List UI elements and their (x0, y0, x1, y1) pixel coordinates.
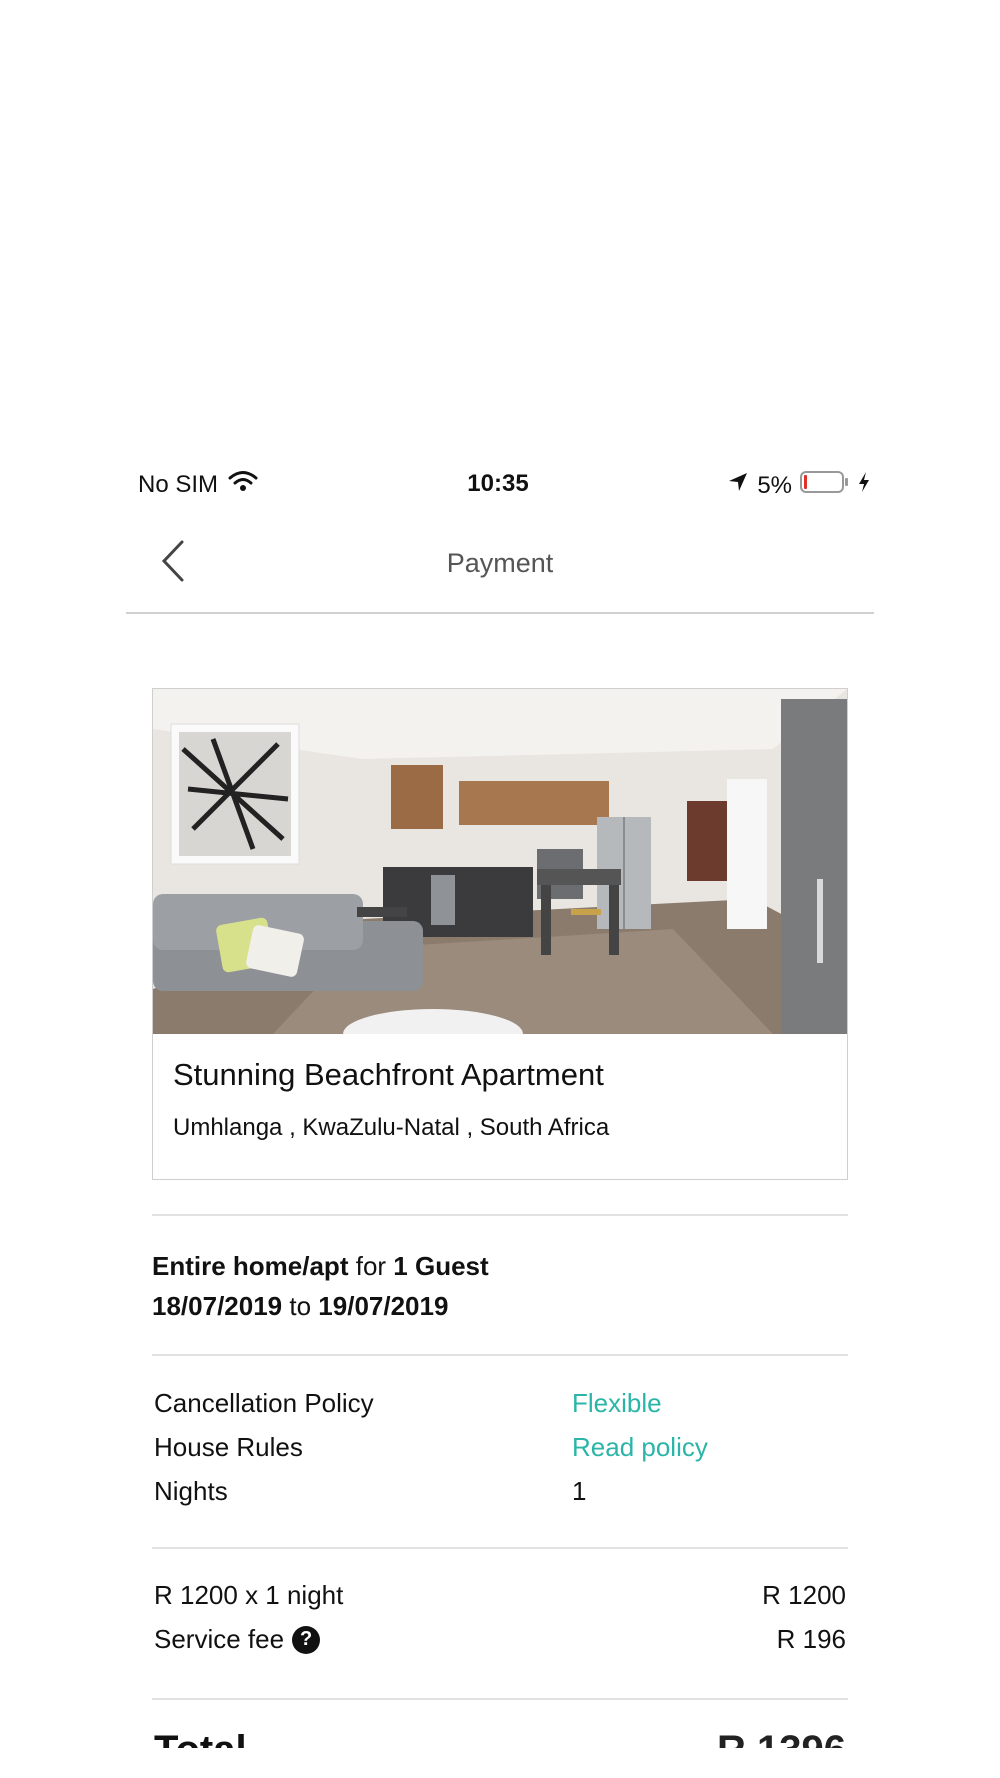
booking-line-dates: 18/07/2019 to 19/07/2019 (152, 1286, 489, 1326)
detail-row-nights: Nights 1 (152, 1476, 848, 1520)
nightly-rate-label: R 1200 x 1 night (154, 1580, 344, 1610)
for-text: for (355, 1251, 387, 1281)
nightly-rate-value: R 1200 (762, 1580, 846, 1610)
room-type: Entire home/apt (152, 1251, 349, 1281)
total-label: Total (154, 1728, 247, 1748)
location-arrow-icon (727, 471, 749, 500)
booking-summary: Entire home/apt for 1 Guest 18/07/2019 t… (152, 1246, 489, 1326)
listing-location: Umhlanga , KwaZulu-Natal , South Africa (173, 1114, 610, 1141)
divider (152, 1698, 848, 1700)
detail-row-cancellation: Cancellation Policy Flexible (152, 1388, 848, 1432)
battery-icon (800, 470, 850, 501)
policy-details: Cancellation Policy Flexible House Rules… (152, 1388, 848, 1520)
navigation-bar: Payment (126, 530, 874, 614)
detail-label: Nights (154, 1476, 228, 1506)
booking-line-guests: Entire home/apt for 1 Guest (152, 1246, 489, 1286)
page-title: Payment (446, 548, 554, 578)
detail-label: Cancellation Policy (154, 1388, 374, 1418)
status-right: 5% (727, 470, 870, 501)
check-out-date: 19/07/2019 (318, 1291, 449, 1321)
service-fee-label: Service fee (154, 1624, 285, 1654)
apartment-photo (153, 689, 847, 1034)
charging-bolt-icon (858, 471, 870, 500)
divider (152, 1547, 848, 1549)
detail-row-house-rules: House Rules Read policy (152, 1432, 848, 1476)
divider (152, 1354, 848, 1356)
total-row: Total R 1396 (152, 1728, 848, 1748)
service-fee-value: R 196 (776, 1624, 846, 1654)
question-icon[interactable]: ? (292, 1625, 321, 1654)
cancellation-policy-link[interactable]: Flexible (572, 1388, 662, 1419)
status-bar: No SIM 10:35 5% (126, 470, 870, 504)
house-rules-link[interactable]: Read policy (572, 1432, 708, 1463)
listing-card[interactable]: Stunning Beachfront Apartment Umhlanga ,… (152, 688, 848, 1180)
price-breakdown: R 1200 x 1 night R 1200 Service fee ? R … (152, 1580, 848, 1668)
divider (152, 1214, 848, 1216)
battery-percent: 5% (757, 471, 792, 499)
check-in-date: 18/07/2019 (152, 1291, 283, 1321)
detail-label: House Rules (154, 1432, 303, 1462)
guest-count: 1 Guest (393, 1251, 489, 1281)
to-text: to (289, 1291, 312, 1321)
total-value: R 1396 (717, 1728, 846, 1748)
listing-title: Stunning Beachfront Apartment (173, 1057, 604, 1092)
price-row-nightly: R 1200 x 1 night R 1200 (152, 1580, 848, 1624)
nights-value: 1 (572, 1476, 587, 1506)
service-fee-label-group: Service fee ? (154, 1624, 321, 1655)
price-row-service-fee: Service fee ? R 196 (152, 1624, 848, 1668)
